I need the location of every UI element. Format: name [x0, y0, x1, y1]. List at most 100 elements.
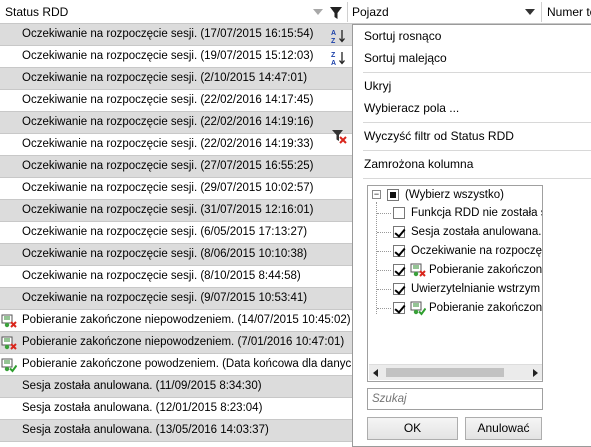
- filter-item-checkbox[interactable]: [393, 283, 405, 295]
- sort-indicator-icon: [313, 9, 323, 15]
- status-cell: Pobieranie zakończone powodzeniem. (Data…: [22, 358, 352, 370]
- cancel-button[interactable]: Anulować: [465, 417, 542, 440]
- filter-item-checkbox[interactable]: [393, 245, 405, 257]
- svg-text:A: A: [331, 30, 336, 37]
- filter-item-label: (Wybierz wszystko): [405, 189, 504, 201]
- filter-search-input[interactable]: [367, 388, 543, 410]
- filter-item-label: Pobieranie zakończon: [429, 302, 543, 314]
- filter-list-item[interactable]: Sesja została anulowana.: [368, 223, 542, 241]
- menu-separator: [363, 150, 591, 151]
- menu-item-clear-filter[interactable]: Wyczyść filtr od Status RDD: [332, 125, 591, 147]
- table-row[interactable]: Oczekiwanie na rozpoczęcie sesji. (19/07…: [0, 46, 352, 68]
- table-row[interactable]: Oczekiwanie na rozpoczęcie sesji. (29/07…: [0, 178, 352, 200]
- download-success-icon: [410, 301, 426, 316]
- column-header-label: Status RDD: [5, 5, 69, 19]
- table-row[interactable]: Oczekiwanie na rozpoczęcie sesji. (27/07…: [0, 156, 352, 178]
- table-row[interactable]: Sesja została anulowana. (11/09/2015 8:3…: [0, 376, 352, 398]
- table-row[interactable]: Sesja została anulowana. (13/05/2016 14:…: [0, 420, 352, 442]
- filter-item-checkbox[interactable]: [393, 226, 405, 238]
- menu-item-label: Sortuj rosnąco: [364, 29, 442, 43]
- filter-item-checkbox[interactable]: [393, 264, 405, 276]
- status-cell: Sesja została anulowana. (13/05/2016 14:…: [22, 424, 269, 436]
- table-row[interactable]: Oczekiwanie na rozpoczęcie sesji. (22/02…: [0, 134, 352, 156]
- column-filter-menu: A Z Sortuj rosnąco Z A Sortuj malejąco U…: [331, 24, 591, 447]
- filter-item-label: Oczekiwanie na rozpoczę: [411, 245, 543, 257]
- table-row[interactable]: Pobieranie zakończone niepowodzeniem. (1…: [0, 310, 352, 332]
- sort-descending-icon: Z A: [331, 52, 345, 66]
- menu-item-hide[interactable]: Ukryj: [353, 75, 591, 97]
- tree-line: [377, 289, 391, 290]
- status-cell: Oczekiwanie na rozpoczęcie sesji. (22/02…: [22, 116, 314, 128]
- table-row[interactable]: Oczekiwanie na rozpoczęcie sesji. (9/07/…: [0, 288, 352, 310]
- ok-button[interactable]: OK: [367, 417, 458, 440]
- status-cell: Oczekiwanie na rozpoczęcie sesji. (29/07…: [22, 182, 314, 194]
- column-header-numer[interactable]: Numer te: [542, 0, 591, 24]
- scrollbar-thumb[interactable]: [386, 368, 504, 377]
- menu-item-frozen-column[interactable]: Zamrożona kolumna: [353, 153, 591, 175]
- menu-item-sort-descending[interactable]: Z A Sortuj malejąco: [331, 47, 591, 69]
- table-row[interactable]: Oczekiwanie na rozpoczęcie sesji. (22/02…: [0, 112, 352, 134]
- horizontal-scrollbar[interactable]: [369, 364, 542, 380]
- table-row[interactable]: Oczekiwanie na rozpoczęcie sesji. (22/02…: [0, 90, 352, 112]
- menu-separator: [363, 178, 591, 179]
- table-row[interactable]: Sesja została anulowana. (12/01/2015 8:2…: [0, 398, 352, 420]
- filter-list-item[interactable]: Oczekiwanie na rozpoczę: [368, 242, 543, 260]
- chevron-down-icon[interactable]: [525, 9, 535, 15]
- status-cell: Sesja została anulowana. (11/09/2015 8:3…: [22, 380, 262, 392]
- column-header-pojazd[interactable]: Pojazd: [348, 0, 541, 24]
- tree-line: [377, 213, 391, 214]
- svg-text:Z: Z: [331, 52, 336, 59]
- filter-icon[interactable]: [328, 5, 344, 21]
- scroll-left-icon[interactable]: [373, 369, 378, 377]
- tree-line: [377, 251, 391, 252]
- filter-item-label: Sesja została anulowana.: [411, 226, 542, 238]
- status-cell: Oczekiwanie na rozpoczęcie sesji. (6/05/…: [22, 226, 308, 238]
- status-cell: Pobieranie zakończone niepowodzeniem. (1…: [22, 314, 351, 326]
- menu-separator: [363, 122, 591, 123]
- table-row[interactable]: Pobieranie zakończone powodzeniem. (Data…: [0, 354, 352, 376]
- status-cell: Sesja została anulowana. (12/01/2015 8:2…: [22, 402, 263, 414]
- filter-value-list: − (Wybierz wszystko) Funkcja RDD nie zos…: [367, 185, 543, 382]
- table-row[interactable]: Oczekiwanie na rozpoczęcie sesji. (6/05/…: [0, 222, 352, 244]
- sort-ascending-icon: A Z: [331, 30, 345, 44]
- select-all-checkbox[interactable]: [387, 189, 399, 201]
- table-row[interactable]: Pobieranie zakończone niepowodzeniem. (7…: [0, 332, 352, 354]
- status-cell: Oczekiwanie na rozpoczęcie sesji. (31/07…: [22, 204, 314, 216]
- download-failed-icon: [1, 314, 17, 328]
- status-cell: Oczekiwanie na rozpoczęcie sesji. (2/10/…: [22, 72, 308, 84]
- filter-item-label: Uwierzytelnianie wstrzym: [411, 283, 541, 295]
- table-row[interactable]: Oczekiwanie na rozpoczęcie sesji. (8/06/…: [0, 244, 352, 266]
- filter-list-item[interactable]: Uwierzytelnianie wstrzym: [368, 280, 542, 298]
- filter-list-item[interactable]: Funkcja RDD nie została s: [368, 204, 542, 222]
- table-row[interactable]: Oczekiwanie na rozpoczęcie sesji. (8/10/…: [0, 266, 352, 288]
- status-cell: Oczekiwanie na rozpoczęcie sesji. (22/02…: [22, 138, 314, 150]
- filter-select-all[interactable]: (Wybierz wszystko): [368, 186, 542, 204]
- column-header-label: Pojazd: [352, 5, 389, 19]
- download-success-icon: [1, 358, 17, 373]
- filter-list-item[interactable]: Pobieranie zakończone: [368, 261, 542, 279]
- table-row[interactable]: Oczekiwanie na rozpoczęcie sesji. (31/07…: [0, 200, 352, 222]
- table-row[interactable]: Oczekiwanie na rozpoczęcie sesji. (2/10/…: [0, 68, 352, 90]
- download-failed-icon: [410, 263, 426, 277]
- status-cell: Oczekiwanie na rozpoczęcie sesji. (27/07…: [22, 160, 314, 172]
- status-cell: Oczekiwanie na rozpoczęcie sesji. (8/10/…: [22, 270, 301, 282]
- filter-list-item[interactable]: Pobieranie zakończon: [368, 299, 543, 317]
- menu-item-sort-ascending[interactable]: A Z Sortuj rosnąco: [331, 25, 591, 47]
- menu-item-label: Ukryj: [364, 79, 392, 93]
- status-cell: Pobieranie zakończone niepowodzeniem. (7…: [22, 336, 345, 348]
- filter-item-checkbox[interactable]: [393, 207, 405, 219]
- scroll-right-icon[interactable]: [533, 369, 538, 377]
- menu-item-field-chooser[interactable]: Wybieracz pola ...: [353, 97, 591, 119]
- filter-item-checkbox[interactable]: [393, 302, 405, 314]
- menu-item-label: Sortuj malejąco: [364, 51, 447, 65]
- status-cell: Oczekiwanie na rozpoczęcie sesji. (8/06/…: [22, 248, 308, 260]
- grid-header: Status RDD Pojazd Numer te: [0, 0, 591, 24]
- menu-separator: [363, 72, 591, 73]
- table-row[interactable]: Oczekiwanie na rozpoczęcie sesji. (17/07…: [0, 24, 352, 46]
- column-header-status-rdd[interactable]: Status RDD: [0, 0, 347, 24]
- tree-line: [377, 232, 391, 233]
- column-header-label: Numer te: [547, 5, 591, 19]
- svg-text:A: A: [331, 60, 336, 66]
- svg-text:Z: Z: [331, 38, 336, 44]
- status-cell: Oczekiwanie na rozpoczęcie sesji. (19/07…: [22, 50, 314, 62]
